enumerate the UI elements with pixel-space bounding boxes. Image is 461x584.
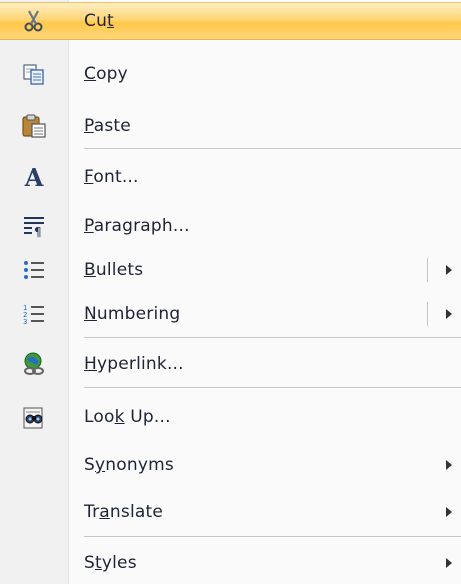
menu-separator [84,337,461,339]
font-a-icon: A [24,162,44,192]
numbering-icon: 1 2 3 [0,295,68,333]
hyperlink-globe-icon [0,345,68,383]
menu-item-paragraph[interactable]: ¶ Paragraph... [0,207,461,245]
submenu-arrow-icon[interactable] [446,265,452,275]
menu-item-label: Look Up... [84,407,171,427]
menu-item-styles[interactable]: Styles [0,544,461,582]
menu-item-look-up[interactable]: Look Up... [0,398,461,436]
menu-item-label: Paste [84,116,131,136]
submenu-divider [427,302,428,326]
menu-item-numbering[interactable]: 1 2 3 Numbering [0,295,461,333]
menu-item-label: Paragraph... [84,216,190,236]
clipboard-icon [0,107,68,145]
menu-item-cut[interactable]: Cut [0,2,461,40]
submenu-arrow-icon [446,558,452,568]
svg-text:¶: ¶ [34,225,42,238]
context-menu: Cut Copy Paste A Font... ¶ Paragraph... … [0,0,461,584]
submenu-arrow-icon [446,460,452,470]
menu-item-label: Hyperlink... [84,354,184,374]
submenu-divider [427,258,428,282]
menu-item-label: Translate [84,502,164,522]
menu-item-label: Synonyms [84,455,174,475]
menu-item-bullets[interactable]: Bullets [0,251,461,289]
copy-icon [0,55,68,93]
submenu-arrow-icon[interactable] [446,309,452,319]
menu-item-synonyms[interactable]: Synonyms [0,446,461,484]
submenu-arrow-icon [446,507,452,517]
bullets-icon [0,251,68,289]
empty-icon-slot [0,493,68,531]
menu-item-label: Bullets [84,260,144,280]
menu-item-label: Cut [84,11,114,31]
menu-item-hyperlink[interactable]: Hyperlink... [0,345,461,383]
paragraph-icon: ¶ [0,207,68,245]
menu-separator [84,536,461,538]
menu-separator [84,387,461,389]
scissors-icon [0,2,68,40]
menu-item-font[interactable]: A Font... [0,158,461,196]
menu-item-label: Font... [84,167,139,187]
menu-separator [84,148,461,150]
menu-item-label: Styles [84,553,137,573]
empty-icon-slot [0,544,68,582]
svg-text:3: 3 [23,318,27,326]
menu-item-label: Copy [84,64,128,84]
menu-item-paste[interactable]: Paste [0,107,461,145]
menu-item-copy[interactable]: Copy [0,55,461,93]
empty-icon-slot [0,446,68,484]
menu-item-label: Numbering [84,304,181,324]
menu-item-translate[interactable]: Translate [0,493,461,531]
research-binoculars-icon [0,398,68,436]
